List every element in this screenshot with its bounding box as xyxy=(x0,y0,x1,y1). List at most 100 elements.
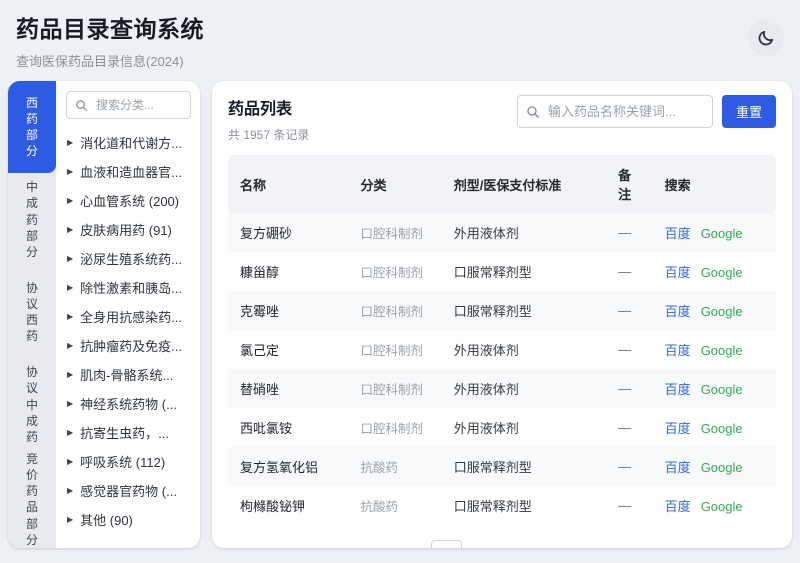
category-item[interactable]: ▶ 血液和造血器官... xyxy=(66,157,191,186)
tab-label-char: 协 xyxy=(25,280,38,295)
google-search-link[interactable]: Google xyxy=(701,421,743,436)
category-item[interactable]: ▶ 皮肤病用药 (91) xyxy=(66,215,191,244)
note-cell: — xyxy=(618,420,632,435)
sidebar-tab-中成药部分[interactable]: 中成药部分 xyxy=(8,173,56,265)
tab-label-char: 西 xyxy=(25,95,38,110)
drug-table: 名称 分类 剂型/医保支付标准 备注 搜索 复方硼砂 口腔科制剂 外用液体剂 — 百度 Googl… xyxy=(228,155,776,525)
dosage-form-cell: 外用液体剂 xyxy=(453,382,519,397)
note-cell: — xyxy=(618,381,632,396)
tab-label-char: 分 xyxy=(25,244,38,259)
category-label: 神经系统药物 (... xyxy=(80,397,177,412)
baidu-search-link[interactable]: 百度 xyxy=(665,343,691,358)
drug-name-cell: 西吡氯铵 xyxy=(240,421,293,436)
page-title: 药品目录查询系统 xyxy=(16,16,204,42)
google-search-link[interactable]: Google xyxy=(701,226,743,241)
tab-label-char: 药 xyxy=(25,212,38,227)
table-row: 克霉唑 口腔科制剂 口服常释剂型 — 百度 Google xyxy=(228,291,776,330)
note-cell: — xyxy=(618,264,632,279)
category-item[interactable]: ▶ 除性激素和胰岛... xyxy=(66,273,191,302)
google-search-link[interactable]: Google xyxy=(701,499,743,514)
category-cell: 口腔科制剂 xyxy=(360,227,424,241)
search-links-cell: 百度 Google xyxy=(653,291,776,330)
column-header: 备注 xyxy=(606,155,653,213)
drug-name-cell: 枸橼酸铋钾 xyxy=(240,499,306,514)
category-item[interactable]: ▶ 感觉器官药物 (... xyxy=(66,476,191,505)
triangle-right-icon: ▶ xyxy=(67,254,74,263)
prev-page-button[interactable]: ‹ 上一页 xyxy=(361,546,411,548)
sidebar-tab-竞价药品部分[interactable]: 竞价药品部分 xyxy=(8,451,56,548)
category-item[interactable]: ▶ 其他 (90) xyxy=(66,505,191,534)
drug-search-input[interactable] xyxy=(545,103,704,120)
sidebar-tab-西药部分[interactable]: 西药部分 xyxy=(8,81,56,174)
category-item[interactable]: ▶ 神经系统药物 (... xyxy=(66,389,191,418)
category-item[interactable]: ▶ 抗寄生虫药，... xyxy=(66,418,191,447)
page-ellipsis: ⋯ xyxy=(516,548,531,549)
next-page-button[interactable]: 下一页 › xyxy=(593,546,643,548)
baidu-search-link[interactable]: 百度 xyxy=(665,421,691,436)
category-label: 泌尿生殖系统药... xyxy=(80,252,182,267)
category-item[interactable]: ▶ 肌肉-骨骼系统... xyxy=(66,360,191,389)
tab-label-char: 部 xyxy=(25,516,38,531)
baidu-search-link[interactable]: 百度 xyxy=(665,382,691,397)
google-search-link[interactable]: Google xyxy=(701,343,743,358)
dosage-form-cell: 外用液体剂 xyxy=(453,226,519,241)
drug-search-row: 重置 xyxy=(516,95,776,128)
category-item[interactable]: ▶ 全身用抗感染药... xyxy=(66,302,191,331)
search-links-cell: 百度 Google xyxy=(653,330,776,369)
category-label: 呼吸系统 (112) xyxy=(80,455,166,470)
category-label: 除性激素和胰岛... xyxy=(80,281,182,296)
category-label: 皮肤病用药 (91) xyxy=(80,223,172,238)
sidebar-tab-协议中成药[interactable]: 协议中成药 xyxy=(8,358,56,450)
tab-label-char: 价 xyxy=(25,468,38,483)
tab-label-char: 议 xyxy=(25,381,38,396)
theme-toggle-button[interactable] xyxy=(748,20,784,56)
note-cell: — xyxy=(618,498,632,513)
drug-table-head: 名称 分类 剂型/医保支付标准 备注 搜索 xyxy=(228,155,776,213)
google-search-link[interactable]: Google xyxy=(701,304,743,319)
page-number-1[interactable]: 1 xyxy=(431,540,463,548)
google-search-link[interactable]: Google xyxy=(701,460,743,475)
baidu-search-link[interactable]: 百度 xyxy=(665,304,691,319)
category-label: 消化道和代谢方... xyxy=(80,136,182,151)
search-links-cell: 百度 Google xyxy=(653,213,776,252)
category-cell: 口腔科制剂 xyxy=(360,383,424,397)
dosage-form-cell: 口服常释剂型 xyxy=(453,499,532,514)
tab-label-char: 分 xyxy=(25,532,38,547)
category-panel: ▶ 消化道和代谢方... ▶ 血液和造血器官... ▶ 心血管系统 (200) ▶ 皮肤病用药… xyxy=(56,81,200,548)
table-row: 氯己定 口腔科制剂 外用液体剂 — 百度 Google xyxy=(228,330,776,369)
category-item[interactable]: ▶ 心血管系统 (200) xyxy=(66,186,191,215)
baidu-search-link[interactable]: 百度 xyxy=(665,460,691,475)
category-item[interactable]: ▶ 泌尿生殖系统药... xyxy=(66,244,191,273)
baidu-search-link[interactable]: 百度 xyxy=(665,226,691,241)
category-cell: 口腔科制剂 xyxy=(360,344,424,358)
baidu-search-link[interactable]: 百度 xyxy=(665,499,691,514)
category-item[interactable]: ▶ 呼吸系统 (112) xyxy=(66,447,191,476)
table-row: 枸橼酸铋钾 抗酸药 口服常释剂型 — 百度 Google xyxy=(228,486,776,525)
category-search-input[interactable] xyxy=(94,97,182,113)
drug-search-box xyxy=(516,95,713,128)
column-header: 剂型/医保支付标准 xyxy=(441,155,607,213)
sidebar-tab-协议西药[interactable]: 协议西药 xyxy=(8,266,56,358)
category-label: 全身用抗感染药... xyxy=(80,310,182,325)
google-search-link[interactable]: Google xyxy=(701,382,743,397)
category-label: 其他 (90) xyxy=(80,513,133,528)
tab-label-char: 部 xyxy=(25,128,38,143)
category-search-box xyxy=(66,91,191,119)
drug-list-panel: 药品列表 共 1957 条记录 重置 xyxy=(212,81,792,548)
tab-label-char: 竞 xyxy=(25,451,38,466)
panel-title-block: 药品列表 共 1957 条记录 xyxy=(228,95,309,143)
dosage-form-cell: 口服常释剂型 xyxy=(453,304,532,319)
category-label: 抗肿瘤药及免疫... xyxy=(80,339,182,354)
baidu-search-link[interactable]: 百度 xyxy=(665,265,691,280)
triangle-right-icon: ▶ xyxy=(67,428,74,437)
search-links-cell: 百度 Google xyxy=(653,252,776,291)
moon-icon xyxy=(757,29,775,47)
category-item[interactable]: ▶ 抗肿瘤药及免疫... xyxy=(66,331,191,360)
category-item[interactable]: ▶ 消化道和代谢方... xyxy=(66,128,191,157)
google-search-link[interactable]: Google xyxy=(701,265,743,280)
table-row: 糠甾醇 口腔科制剂 口服常释剂型 — 百度 Google xyxy=(228,252,776,291)
search-links-cell: 百度 Google xyxy=(653,447,776,486)
reset-button[interactable]: 重置 xyxy=(721,95,776,128)
tab-label-char: 中 xyxy=(25,180,38,195)
column-header: 名称 xyxy=(228,155,349,213)
